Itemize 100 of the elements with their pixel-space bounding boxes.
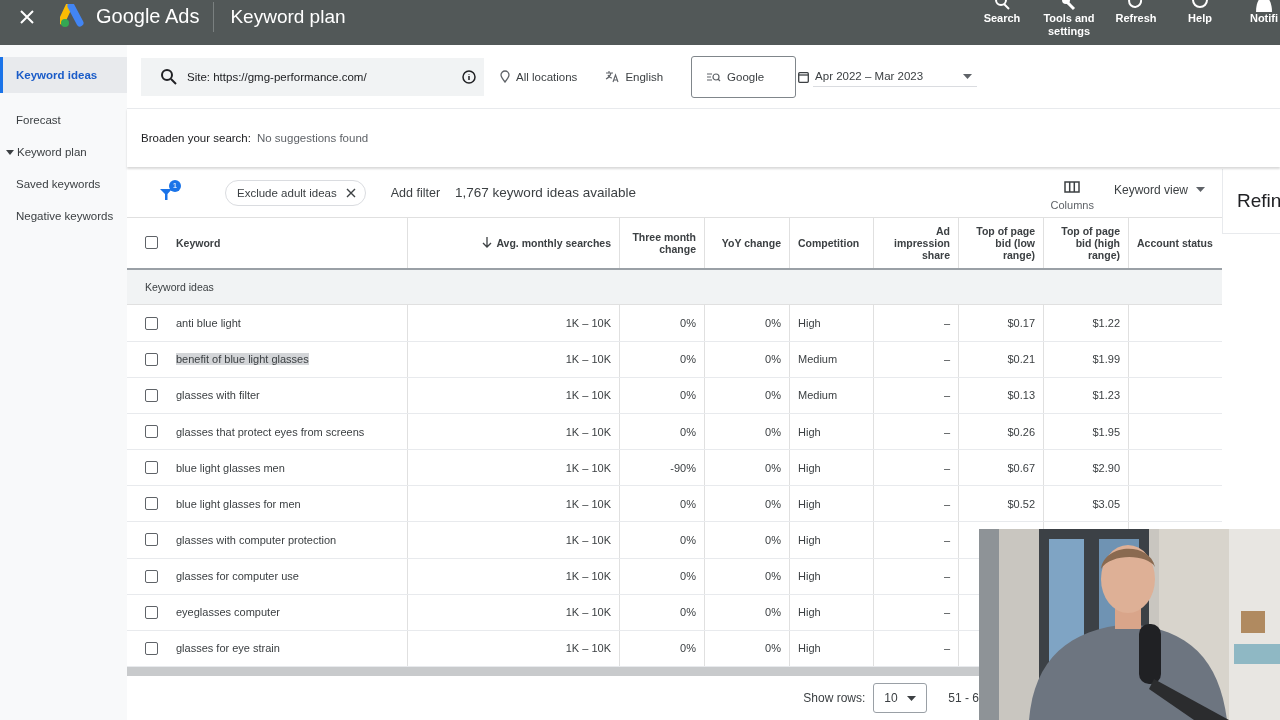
add-filter-button[interactable]: Add filter xyxy=(390,185,441,200)
sidebar-item[interactable]: Saved keywords xyxy=(0,171,127,197)
language-selector[interactable]: English xyxy=(605,70,664,83)
table-cell: 0% xyxy=(765,317,781,330)
table-cell: $1.99 xyxy=(1092,353,1120,366)
column-header[interactable]: Competition xyxy=(798,236,860,249)
table-cell: – xyxy=(943,353,950,366)
sidebar-item[interactable]: Negative keywords xyxy=(0,203,127,229)
broaden-value: No suggestions found xyxy=(256,132,369,144)
column-header[interactable]: YoY change xyxy=(721,236,781,249)
table-cell: 0% xyxy=(765,570,781,583)
row-checkbox[interactable] xyxy=(145,461,158,475)
keyword-cell: glasses for computer use xyxy=(176,570,299,583)
row-checkbox[interactable] xyxy=(145,641,158,655)
search-network-icon xyxy=(707,71,722,82)
table-cell: 1K – 10K xyxy=(565,642,611,655)
select-all-checkbox[interactable] xyxy=(145,236,158,250)
group-label: Keyword ideas xyxy=(145,281,214,294)
filter-count-badge: 1 xyxy=(169,179,181,192)
page-title: Keyword plan xyxy=(230,6,346,28)
table-cell: – xyxy=(943,534,950,546)
table-cell: 0% xyxy=(765,534,781,546)
table-cell: 1K – 10K xyxy=(565,534,611,546)
column-header[interactable]: Ad impression share xyxy=(882,224,950,261)
row-checkbox[interactable] xyxy=(145,497,158,511)
broaden-label: Broaden your search: xyxy=(141,132,251,144)
table-cell: 1K – 10K xyxy=(565,353,611,366)
row-checkbox[interactable] xyxy=(145,425,158,438)
keyword-cell: blue light glasses for men xyxy=(176,497,301,510)
bell-icon xyxy=(1255,0,1273,12)
table-cell: 1K – 10K xyxy=(565,606,611,619)
row-checkbox[interactable] xyxy=(145,533,158,547)
keyword-cell: eyeglasses computer xyxy=(176,606,280,619)
network-selector[interactable]: Google xyxy=(691,55,797,98)
table-cell: High xyxy=(798,642,821,655)
column-header[interactable]: Top of page bid (low range) xyxy=(967,224,1035,261)
translate-icon xyxy=(605,70,620,83)
table-cell: 0% xyxy=(765,497,781,510)
table-cell: $0.67 xyxy=(1007,461,1035,474)
column-header[interactable]: Account status xyxy=(1137,236,1213,249)
table-cell: $0.21 xyxy=(1007,353,1035,366)
column-header[interactable]: Top of page bid (high range) xyxy=(1052,224,1120,261)
table-cell: $1.23 xyxy=(1092,389,1120,402)
table-cell: 0% xyxy=(765,389,781,402)
table-cell: High xyxy=(798,606,821,619)
search-action[interactable]: Search xyxy=(972,0,1032,38)
tools-action[interactable]: Tools and settings xyxy=(1036,0,1102,38)
column-header[interactable]: Keyword xyxy=(176,236,221,249)
table-cell: High xyxy=(798,461,821,474)
table-cell: 0% xyxy=(680,425,696,438)
table-cell: $0.17 xyxy=(1007,317,1035,330)
table-cell: 1K – 10K xyxy=(565,389,611,402)
keyword-cell: glasses with filter xyxy=(176,389,260,402)
search-field[interactable]: Site: https://gmg-performance.com/ xyxy=(141,57,484,96)
location-pin-icon xyxy=(500,70,510,83)
product-name: Google Ads xyxy=(96,5,200,28)
row-checkbox[interactable] xyxy=(145,388,158,402)
view-dropdown[interactable]: Keyword view xyxy=(1113,182,1205,197)
sidebar-item[interactable]: Keyword ideas xyxy=(0,57,127,93)
table-cell: $0.13 xyxy=(1007,389,1035,402)
table-cell: – xyxy=(943,497,950,510)
page-range: 51 - 6 xyxy=(948,691,979,705)
columns-button[interactable]: Columns xyxy=(1050,180,1094,211)
row-checkbox[interactable] xyxy=(145,569,158,583)
column-header[interactable]: Three month change xyxy=(628,230,696,255)
table-cell: 0% xyxy=(765,642,781,655)
refresh-action[interactable]: Refresh xyxy=(1106,0,1166,38)
wrench-icon xyxy=(1060,0,1078,12)
table-cell: High xyxy=(798,534,821,546)
location-selector[interactable]: All locations xyxy=(500,70,578,83)
table-cell: 0% xyxy=(680,317,696,330)
sidebar-item[interactable]: Keyword plan xyxy=(0,139,127,165)
table-cell: – xyxy=(943,389,950,402)
dropdown-arrow-icon xyxy=(906,695,916,701)
table-cell: High xyxy=(798,425,821,438)
table-cell: 0% xyxy=(765,461,781,474)
table-cell: – xyxy=(943,570,950,583)
sidebar-item[interactable]: Forecast xyxy=(0,107,127,133)
table-cell: – xyxy=(943,425,950,438)
scrollbar[interactable] xyxy=(127,667,979,676)
help-action[interactable]: Help xyxy=(1170,0,1230,38)
table-cell: Medium xyxy=(798,389,838,402)
keyword-cell: blue light glasses men xyxy=(176,461,285,474)
table-cell: – xyxy=(943,461,950,474)
row-checkbox[interactable] xyxy=(145,605,158,619)
rows-dropdown[interactable]: 10 xyxy=(873,683,928,713)
table-cell: 0% xyxy=(680,389,696,402)
table-cell: 0% xyxy=(680,570,696,583)
column-header[interactable]: Avg. monthly searches xyxy=(482,236,611,249)
calendar-icon xyxy=(798,70,810,83)
dropdown-arrow-icon xyxy=(1196,187,1205,193)
table-cell: 1K – 10K xyxy=(565,497,611,510)
bell-action[interactable]: Notifi xyxy=(1234,0,1280,38)
keyword-cell: glasses with computer protection xyxy=(176,534,337,546)
close-icon[interactable] xyxy=(20,10,34,24)
row-checkbox[interactable] xyxy=(145,316,158,330)
keyword-cell: benefit of blue light glasses xyxy=(176,353,309,366)
table-cell: 1K – 10K xyxy=(565,425,611,438)
date-range-dropdown[interactable]: Apr 2022 – Mar 2023 xyxy=(813,66,978,87)
row-checkbox[interactable] xyxy=(145,352,158,366)
